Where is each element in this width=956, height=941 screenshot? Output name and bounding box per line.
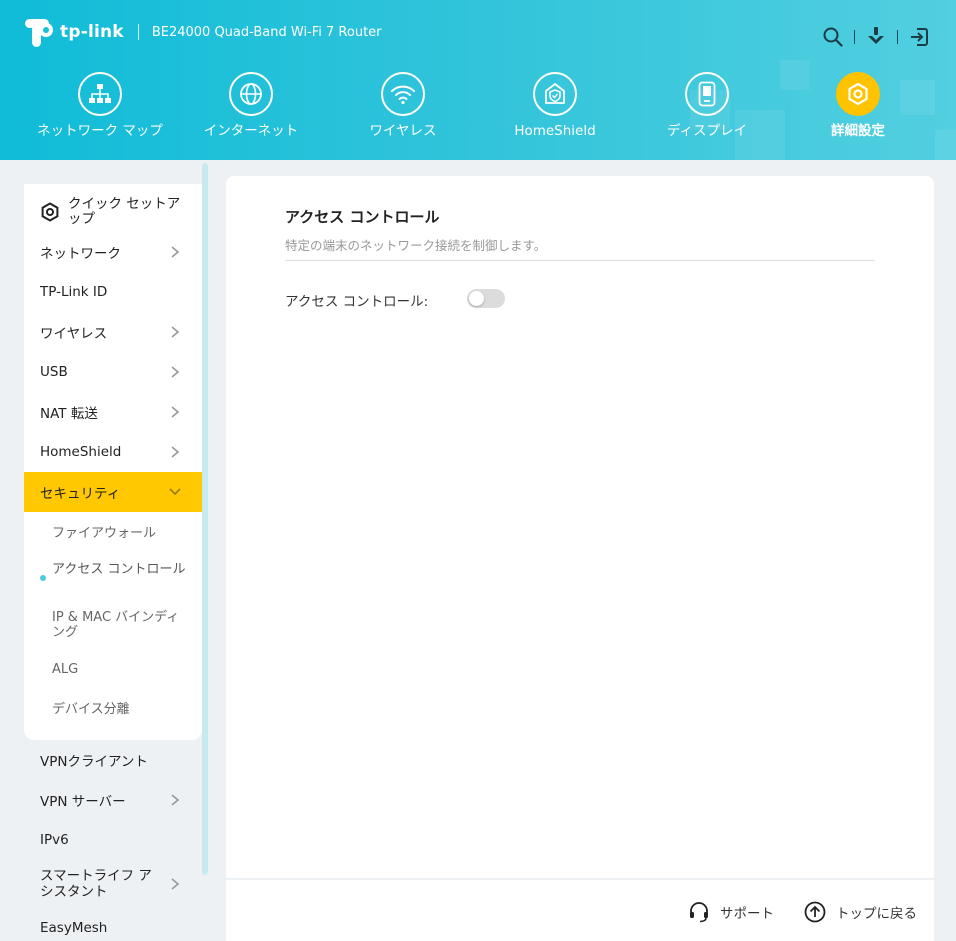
sidebar-subitem-label: アクセス コントロール [52, 562, 186, 577]
sidebar-subitem-device-isolation[interactable]: デバイス分離 [24, 702, 202, 717]
sidebar-item-label: HomeShield [40, 444, 122, 460]
content-panel: アクセス コントロール 特定の端末のネットワーク接続を制御します。 アクセス コ… [226, 176, 934, 878]
page-description: 特定の端末のネットワーク接続を制御します。 [285, 238, 547, 253]
sidebar-subitem-label: ファイアウォール [52, 526, 157, 541]
globe-icon [229, 72, 273, 116]
nav-label: 詳細設定 [831, 123, 885, 139]
headset-icon [690, 902, 708, 923]
nav-advanced[interactable]: 詳細設定 [782, 72, 934, 139]
display-icon [685, 72, 729, 116]
back-to-top-label: トップに戻る [836, 906, 917, 922]
main-nav: ネットワーク マップ インターネット ワイヤレス HomeShield ディスプ… [24, 72, 934, 160]
nav-label: ワイヤレス [369, 123, 437, 139]
toggle-knob [469, 291, 484, 306]
icon-divider [854, 30, 855, 44]
sidebar-scrollbar[interactable] [202, 163, 208, 875]
sidebar-item-label: スマートライフ アシスタント [40, 868, 152, 900]
sidebar-item-label: USB [40, 364, 68, 380]
sidebar-item-label: NAT 転送 [40, 406, 98, 422]
nav-network-map[interactable]: ネットワーク マップ [24, 72, 176, 139]
sidebar-item-security[interactable]: セキュリティ [24, 472, 202, 512]
decor-block [935, 130, 956, 160]
sidebar-item-quick-setup[interactable]: クイック セットアップ [24, 190, 202, 234]
chevron-right-icon [171, 794, 180, 806]
network-map-icon [78, 72, 122, 116]
nav-wireless[interactable]: ワイヤレス [327, 72, 479, 139]
sidebar-subitem-alg[interactable]: ALG [24, 662, 202, 677]
sidebar-subitem-label: ALG [52, 662, 79, 677]
footer: サポート トップに戻る [226, 880, 934, 941]
sidebar-item-usb[interactable]: USB [24, 352, 202, 392]
search-icon[interactable] [822, 26, 844, 48]
page-title: アクセス コントロール [285, 208, 440, 226]
sidebar: クイック セットアップ ネットワーク TP-Link ID ワイヤレス USB … [24, 160, 202, 941]
sidebar-subitem-ip-mac-binding[interactable]: IP & MAC バインディング [24, 610, 184, 640]
chevron-right-icon [171, 326, 180, 338]
wifi-icon [381, 72, 425, 116]
sidebar-item-wireless[interactable]: ワイヤレス [24, 312, 202, 352]
homeshield-icon [533, 72, 577, 116]
nav-homeshield[interactable]: HomeShield [479, 72, 631, 139]
chevron-right-icon [171, 446, 180, 458]
chevron-right-icon [171, 406, 180, 418]
logo-divider [137, 24, 139, 40]
sidebar-item-easymesh[interactable]: EasyMesh [24, 912, 202, 941]
sidebar-item-nat[interactable]: NAT 転送 [24, 392, 202, 432]
chevron-right-icon [171, 246, 180, 258]
sidebar-item-vpn-server[interactable]: VPN サーバー [24, 780, 202, 820]
sidebar-subitem-firewall[interactable]: ファイアウォール [24, 526, 202, 541]
nav-label: HomeShield [514, 123, 596, 139]
tplink-logo[interactable]: tp-link BE24000 Quad-Band Wi-Fi 7 Router [22, 14, 382, 50]
sidebar-item-label: ネットワーク [40, 246, 121, 262]
brand-name: tp-link [60, 22, 124, 42]
chevron-right-icon [171, 366, 180, 378]
section-divider [285, 260, 875, 261]
sidebar-item-label: セキュリティ [40, 486, 121, 502]
nav-label: ディスプレイ [666, 123, 748, 139]
sidebar-item-label: VPNクライアント [40, 754, 148, 770]
app-download-icon[interactable] [865, 26, 887, 48]
nav-internet[interactable]: インターネット [175, 72, 327, 139]
sidebar-item-ipv6[interactable]: IPv6 [24, 820, 202, 860]
back-to-top-link[interactable]: トップに戻る [804, 901, 917, 923]
sidebar-subitem-access-control[interactable]: アクセス コントロール [24, 562, 194, 577]
router-model: BE24000 Quad-Band Wi-Fi 7 Router [151, 24, 382, 40]
support-link[interactable]: サポート [688, 901, 774, 923]
access-control-label: アクセス コントロール: [285, 294, 429, 310]
sidebar-item-label: IPv6 [40, 832, 69, 848]
arrow-up-circle-icon [804, 901, 826, 923]
sidebar-item-tplink-id[interactable]: TP-Link ID [24, 272, 202, 312]
nav-display[interactable]: ディスプレイ [631, 72, 783, 139]
sidebar-item-label: TP-Link ID [40, 284, 108, 300]
nav-label: インターネット [203, 123, 299, 139]
sidebar-item-vpn-client[interactable]: VPNクライアント [24, 740, 202, 780]
sidebar-item-label: クイック セットアップ [68, 196, 181, 227]
tplink-logo-icon [25, 19, 53, 47]
icon-divider [897, 30, 898, 44]
sidebar-item-homeshield[interactable]: HomeShield [24, 432, 202, 472]
sidebar-subitem-label: IP & MAC バインディング [52, 610, 180, 640]
chevron-right-icon [171, 878, 180, 890]
support-label: サポート [720, 906, 774, 922]
quick-setup-gear-icon [41, 202, 59, 222]
top-header: tp-link BE24000 Quad-Band Wi-Fi 7 Router… [0, 0, 956, 160]
logout-icon[interactable] [908, 26, 930, 48]
chevron-down-icon [169, 488, 181, 496]
nav-label: ネットワーク マップ [37, 123, 163, 139]
access-control-toggle[interactable] [467, 289, 505, 308]
sidebar-item-network[interactable]: ネットワーク [24, 232, 202, 272]
sidebar-item-label: EasyMesh [40, 920, 108, 936]
header-actions [822, 26, 930, 48]
sidebar-item-label: VPN サーバー [40, 794, 126, 810]
sidebar-item-smart-life[interactable]: スマートライフ アシスタント [24, 862, 202, 906]
advanced-gear-icon [836, 72, 880, 116]
sidebar-item-label: ワイヤレス [40, 326, 108, 342]
sidebar-subitem-label: デバイス分離 [52, 702, 130, 717]
